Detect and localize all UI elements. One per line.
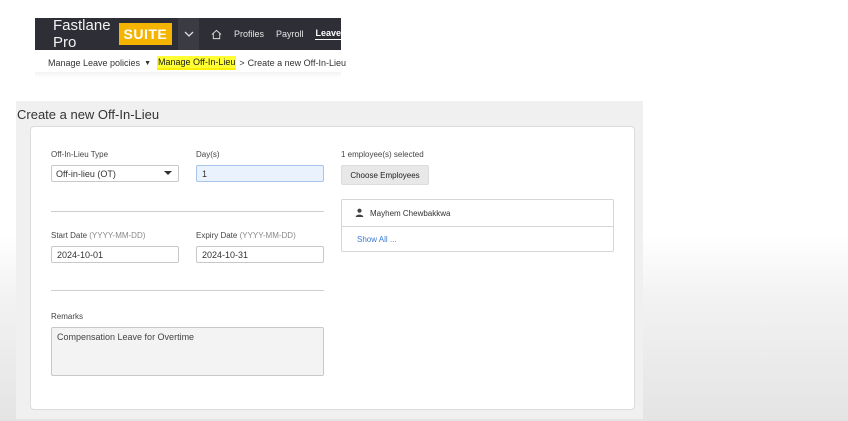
start-date-input[interactable]: 2024-10-01 [51,246,179,263]
nav-item-leave[interactable]: Leave [315,28,341,40]
header-shadow [35,72,341,78]
breadcrumb-root: Manage Leave policies [48,58,141,68]
type-select-value: Off-in-lieu (OT) [56,168,116,179]
caret-down-icon [164,171,172,175]
expiry-date-value: 2024-10-31 [202,249,249,260]
type-label: Off-In-Lieu Type [51,150,109,159]
user-icon [355,204,364,222]
days-input-value: 1 [202,168,208,179]
home-icon[interactable] [211,27,222,41]
days-label: Day(s) [196,150,220,159]
breadcrumb-separator: > [239,58,245,68]
brand[interactable]: Fastlane Pro SUITE [35,17,173,51]
caret-down-icon: ▼ [144,59,151,67]
breadcrumb-root-dropdown[interactable]: Manage Leave policies ▼ [48,58,157,68]
expiry-date-input[interactable]: 2024-10-31 [196,246,324,263]
page-title: Create a new Off-In-Lieu [17,107,160,122]
start-date-label-text: Start Date [51,231,88,240]
breadcrumb-link-off-in-lieu[interactable]: Manage Off-In-Lieu [157,56,237,70]
top-navbar: Fastlane Pro SUITE Profiles Payroll Leav… [35,17,341,51]
type-select[interactable]: Off-in-lieu (OT) [51,165,179,182]
expiry-date-hint: (YYYY-MM-DD) [239,231,296,240]
nav-item-payroll[interactable]: Payroll [276,29,304,39]
breadcrumb-current: Create a new Off-In-Lieu [247,58,347,68]
divider [51,211,324,212]
start-date-hint: (YYYY-MM-DD) [89,231,146,240]
remarks-label: Remarks [51,312,84,321]
start-date-label: Start Date (YYYY-MM-DD) [51,231,145,240]
choose-employees-button[interactable]: Choose Employees [341,165,429,185]
divider [51,290,324,291]
expiry-date-label: Expiry Date (YYYY-MM-DD) [196,231,296,240]
chevron-down-icon[interactable] [178,18,199,50]
remarks-textarea[interactable]: Compensation Leave for Overtime [51,327,324,376]
nav-item-profiles[interactable]: Profiles [234,29,264,39]
start-date-value: 2024-10-01 [57,249,104,260]
selected-employees-list: Mayhem Chewbakkwa Show All ... [341,199,614,252]
brand-name: Fastlane Pro [53,17,111,51]
employee-name: Mayhem Chewbakkwa [370,208,451,218]
breadcrumb: Manage Leave policies ▼ Manage Off-In-Li… [48,56,346,70]
expiry-date-label-text: Expiry Date [196,231,238,240]
show-all-link[interactable]: Show All ... [357,235,397,244]
employees-selected-count: 1 employee(s) selected [341,150,424,159]
list-item: Mayhem Chewbakkwa [342,200,613,227]
days-input[interactable]: 1 [196,165,324,182]
suite-badge: SUITE [118,23,173,45]
